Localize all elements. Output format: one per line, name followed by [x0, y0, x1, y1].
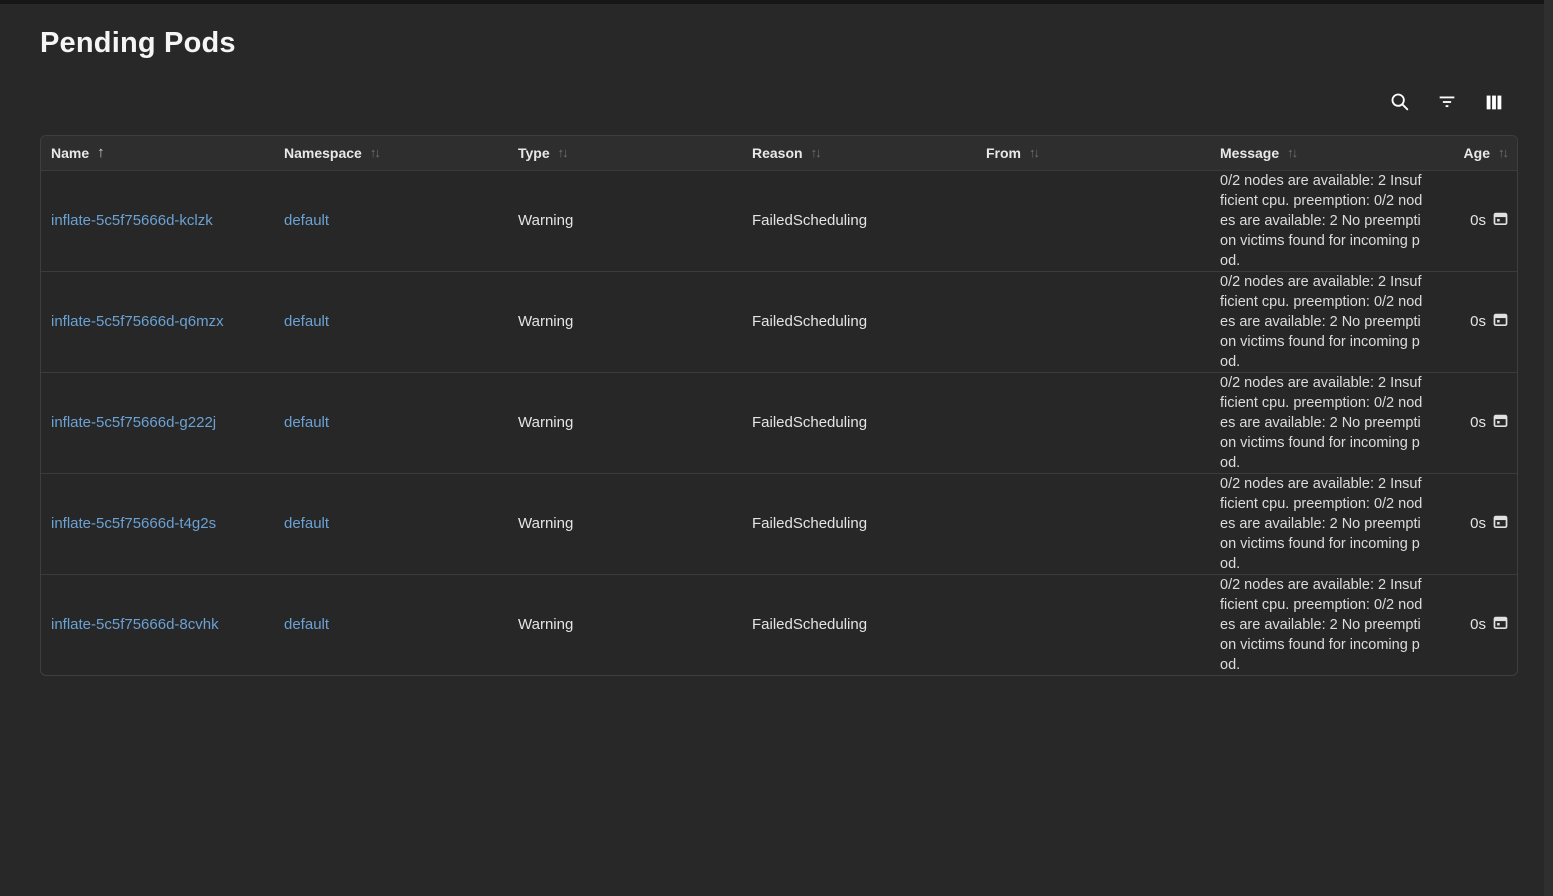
column-header-name[interactable]: Name ↑: [41, 136, 274, 170]
pod-name-cell: inflate-5c5f75666d-8cvhk: [41, 574, 274, 675]
age-value: 0s: [1470, 515, 1486, 532]
type-cell: Warning: [508, 574, 742, 675]
calendar-icon: [1492, 311, 1509, 332]
filter-icon: [1436, 91, 1458, 113]
pod-name-cell: inflate-5c5f75666d-kclzk: [41, 170, 274, 271]
pod-name-link[interactable]: inflate-5c5f75666d-kclzk: [51, 212, 213, 229]
column-label: Message: [1220, 145, 1279, 161]
type-cell: Warning: [508, 473, 742, 574]
calendar-icon: [1492, 412, 1509, 433]
message-cell: 0/2 nodes are available: 2 Insufficient …: [1210, 271, 1435, 372]
sort-icon: ↑↓: [1498, 145, 1509, 160]
age-cell: 0s: [1435, 473, 1518, 574]
main-content: Pending Pods: [0, 4, 1544, 676]
from-cell: [976, 574, 1210, 675]
message-cell: 0/2 nodes are available: 2 Insufficient …: [1210, 372, 1435, 473]
sort-icon: ↑↓: [370, 145, 381, 160]
table-row: inflate-5c5f75666d-t4g2s default Warning…: [41, 473, 1518, 574]
column-header-namespace[interactable]: Namespace ↑↓: [274, 136, 508, 170]
column-header-age[interactable]: Age ↑↓: [1435, 136, 1518, 170]
namespace-cell: default: [274, 271, 508, 372]
pod-name-cell: inflate-5c5f75666d-t4g2s: [41, 473, 274, 574]
calendar-icon: [1492, 210, 1509, 231]
sort-icon: ↑↓: [811, 145, 822, 160]
age-cell: 0s: [1435, 170, 1518, 271]
namespace-link[interactable]: default: [284, 414, 329, 431]
table-row: inflate-5c5f75666d-kclzk default Warning…: [41, 170, 1518, 271]
reason-cell: FailedScheduling: [742, 271, 976, 372]
pod-name-cell: inflate-5c5f75666d-g222j: [41, 372, 274, 473]
column-label: Name: [51, 145, 89, 161]
column-label: Age: [1464, 145, 1490, 161]
columns-button[interactable]: [1480, 88, 1508, 116]
reason-cell: FailedScheduling: [742, 574, 976, 675]
pending-pods-table-card: Name ↑ Namespace ↑↓ Type ↑↓: [40, 135, 1518, 676]
column-label: Namespace: [284, 145, 362, 161]
table-row: inflate-5c5f75666d-g222j default Warning…: [41, 372, 1518, 473]
namespace-cell: default: [274, 372, 508, 473]
sort-icon: ↑↓: [1287, 145, 1298, 160]
age-cell: 0s: [1435, 372, 1518, 473]
age-cell: 0s: [1435, 271, 1518, 372]
calendar-icon: [1492, 513, 1509, 534]
age-value: 0s: [1470, 414, 1486, 431]
from-cell: [976, 271, 1210, 372]
column-label: Reason: [752, 145, 803, 161]
pending-pods-table: Name ↑ Namespace ↑↓ Type ↑↓: [41, 136, 1518, 675]
pod-name-link[interactable]: inflate-5c5f75666d-g222j: [51, 414, 216, 431]
table-toolbar: [40, 87, 1518, 117]
search-icon: [1389, 91, 1411, 113]
calendar-icon: [1492, 614, 1509, 635]
message-cell: 0/2 nodes are available: 2 Insufficient …: [1210, 574, 1435, 675]
sort-ascending-icon: ↑: [97, 144, 105, 161]
reason-cell: FailedScheduling: [742, 473, 976, 574]
pod-name-link[interactable]: inflate-5c5f75666d-q6mzx: [51, 313, 224, 330]
pod-name-link[interactable]: inflate-5c5f75666d-8cvhk: [51, 616, 219, 633]
column-header-type[interactable]: Type ↑↓: [508, 136, 742, 170]
namespace-cell: default: [274, 574, 508, 675]
age-value: 0s: [1470, 212, 1486, 229]
table-row: inflate-5c5f75666d-8cvhk default Warning…: [41, 574, 1518, 675]
reason-cell: FailedScheduling: [742, 170, 976, 271]
table-row: inflate-5c5f75666d-q6mzx default Warning…: [41, 271, 1518, 372]
namespace-link[interactable]: default: [284, 515, 329, 532]
pod-name-link[interactable]: inflate-5c5f75666d-t4g2s: [51, 515, 216, 532]
table-header-row: Name ↑ Namespace ↑↓ Type ↑↓: [41, 136, 1518, 170]
namespace-link[interactable]: default: [284, 616, 329, 633]
message-cell: 0/2 nodes are available: 2 Insufficient …: [1210, 170, 1435, 271]
sort-icon: ↑↓: [558, 145, 569, 160]
view-columns-icon: [1483, 91, 1505, 113]
age-value: 0s: [1470, 313, 1486, 330]
from-cell: [976, 473, 1210, 574]
pod-name-cell: inflate-5c5f75666d-q6mzx: [41, 271, 274, 372]
type-cell: Warning: [508, 170, 742, 271]
column-header-message[interactable]: Message ↑↓: [1210, 136, 1435, 170]
column-label: From: [986, 145, 1021, 161]
from-cell: [976, 372, 1210, 473]
column-label: Type: [518, 145, 550, 161]
type-cell: Warning: [508, 271, 742, 372]
column-header-reason[interactable]: Reason ↑↓: [742, 136, 976, 170]
filter-button[interactable]: [1433, 88, 1461, 116]
from-cell: [976, 170, 1210, 271]
column-header-from[interactable]: From ↑↓: [976, 136, 1210, 170]
age-cell: 0s: [1435, 574, 1518, 675]
namespace-cell: default: [274, 473, 508, 574]
age-value: 0s: [1470, 616, 1486, 633]
namespace-cell: default: [274, 170, 508, 271]
sort-icon: ↑↓: [1029, 145, 1040, 160]
scrollbar-track[interactable]: [1544, 0, 1553, 896]
namespace-link[interactable]: default: [284, 313, 329, 330]
namespace-link[interactable]: default: [284, 212, 329, 229]
message-cell: 0/2 nodes are available: 2 Insufficient …: [1210, 473, 1435, 574]
search-button[interactable]: [1386, 88, 1414, 116]
type-cell: Warning: [508, 372, 742, 473]
reason-cell: FailedScheduling: [742, 372, 976, 473]
page-title: Pending Pods: [40, 24, 1518, 62]
